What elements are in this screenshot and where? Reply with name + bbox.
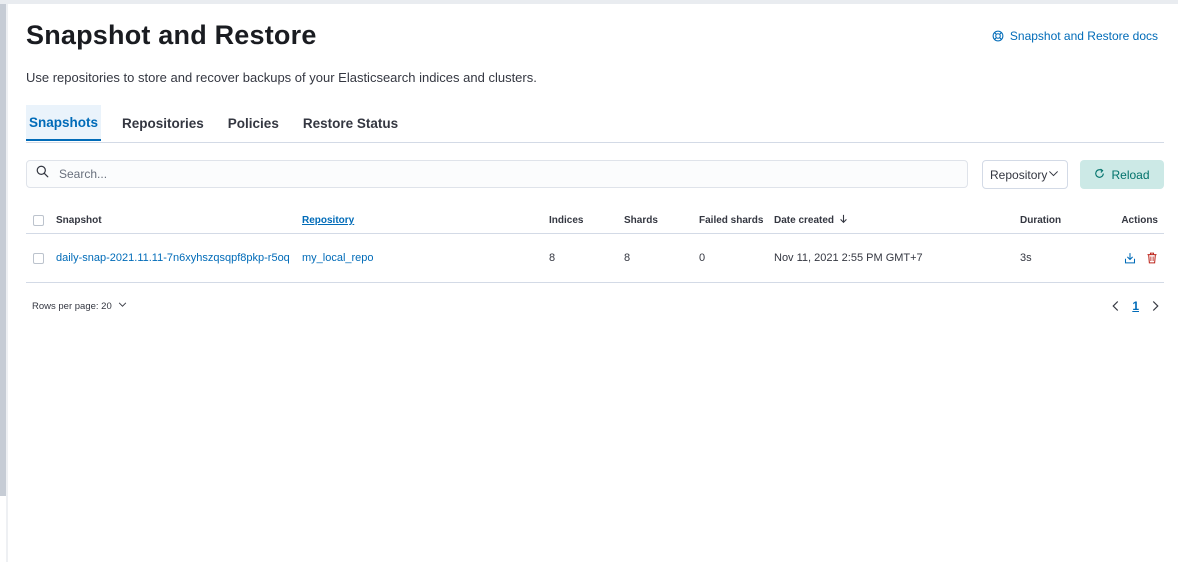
duration-cell: 3s	[1020, 252, 1032, 264]
repository-filter-button[interactable]: Repository	[982, 160, 1068, 189]
select-all-checkbox[interactable]	[33, 215, 44, 226]
repository-link[interactable]: my_local_repo	[302, 252, 374, 264]
date-created-cell: Nov 11, 2021 2:55 PM GMT+7	[774, 252, 923, 264]
snapshot-link[interactable]: daily-snap-2021.11.11-7n6xyhszqsqpf8pkp-…	[56, 249, 296, 267]
tab-policies[interactable]: Policies	[225, 105, 282, 141]
column-header-duration[interactable]: Duration	[1020, 208, 1061, 233]
reload-label: Reload	[1111, 167, 1150, 182]
select-all-cell	[33, 208, 44, 233]
failed-shards-cell: 0	[699, 252, 706, 264]
tab-repositories[interactable]: Repositories	[119, 105, 207, 141]
indices-cell: 8	[549, 252, 556, 264]
reload-button[interactable]: Reload	[1080, 160, 1164, 189]
chevron-down-icon	[118, 300, 127, 312]
rows-per-page-label: Rows per page: 20	[32, 300, 112, 312]
pagination: 1	[1111, 299, 1160, 313]
refresh-icon	[1094, 168, 1105, 182]
column-header-shards[interactable]: Shards	[624, 208, 658, 233]
docs-link-label: Snapshot and Restore docs	[1009, 29, 1158, 43]
search-field[interactable]	[26, 160, 968, 188]
snapshot-cell: daily-snap-2021.11.11-7n6xyhszqsqpf8pkp-…	[56, 234, 296, 282]
trash-icon[interactable]	[1146, 252, 1158, 264]
column-header-indices[interactable]: Indices	[549, 208, 583, 233]
docs-link[interactable]: Snapshot and Restore docs	[992, 29, 1158, 43]
repository-filter-label: Repository	[990, 167, 1048, 182]
row-select-checkbox[interactable]	[33, 252, 44, 264]
rows-per-page-button[interactable]: Rows per page: 20	[32, 300, 127, 312]
column-header-date-created-label: Date created	[774, 215, 835, 226]
actions-cell	[1124, 234, 1158, 282]
column-header-failed-shards[interactable]: Failed shards	[699, 208, 763, 233]
sort-arrow-down-icon	[839, 214, 848, 227]
arrow-right-icon[interactable]	[1151, 300, 1160, 312]
table-row: daily-snap-2021.11.11-7n6xyhszqsqpf8pkp-…	[26, 234, 1164, 283]
chevron-down-icon	[1048, 168, 1059, 182]
help-icon	[992, 30, 1004, 42]
arrow-left-icon[interactable]	[1111, 300, 1120, 312]
column-header-repository[interactable]: Repository	[302, 208, 354, 233]
left-divider	[6, 4, 8, 562]
tab-restore-status[interactable]: Restore Status	[300, 105, 401, 141]
search-icon	[27, 165, 57, 183]
page-title: Snapshot and Restore	[26, 20, 317, 50]
search-input[interactable]	[57, 166, 941, 182]
restore-icon[interactable]	[1124, 252, 1136, 264]
column-header-actions: Actions	[1121, 215, 1158, 226]
table-header: Snapshot Repository Indices Shards Faile…	[26, 208, 1164, 234]
row-select-cell	[33, 234, 44, 282]
tab-bar: Snapshots Repositories Policies Restore …	[26, 105, 1164, 143]
column-header-date-created[interactable]: Date created	[774, 208, 848, 233]
app-window: Snapshot and Restore Snapshot and Restor…	[0, 0, 1178, 562]
top-border	[0, 0, 1178, 4]
tab-snapshots[interactable]: Snapshots	[26, 105, 102, 141]
page-number-button[interactable]: 1	[1130, 299, 1141, 313]
repository-cell: my_local_repo	[302, 234, 374, 282]
snapshots-table: Snapshot Repository Indices Shards Faile…	[26, 208, 1164, 283]
column-header-snapshot[interactable]: Snapshot	[56, 208, 102, 233]
shards-cell: 8	[624, 252, 631, 264]
page-description: Use repositories to store and recover ba…	[26, 70, 537, 85]
